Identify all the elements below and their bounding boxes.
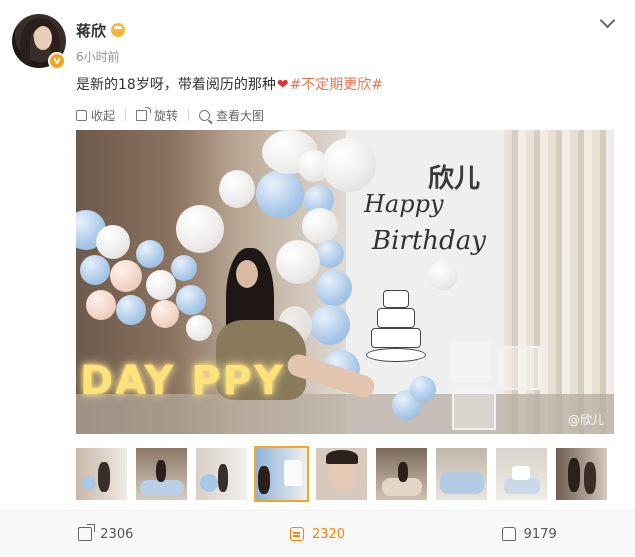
gift-box <box>448 340 492 384</box>
balloon <box>151 300 179 328</box>
cake-drawing-icon <box>366 280 426 368</box>
heart-emoji-icon: ❤ <box>276 77 289 93</box>
balloon <box>410 376 436 402</box>
balloon <box>322 138 376 192</box>
balloon <box>110 260 142 292</box>
vip-crown-icon[interactable] <box>111 23 125 37</box>
post-time[interactable]: 6小时前 <box>76 48 120 65</box>
gift-box <box>452 386 496 430</box>
thumbnail[interactable] <box>556 448 607 500</box>
gift-box <box>496 346 540 390</box>
repost-count: 2306 <box>100 526 134 542</box>
balloon <box>176 205 224 253</box>
thumbnail[interactable] <box>316 448 367 500</box>
balloon <box>428 260 458 290</box>
thumbnail-active[interactable] <box>254 446 309 502</box>
balloon <box>219 170 255 208</box>
balloon <box>80 255 110 285</box>
image-toolbar: 收起 旋转 查看大图 <box>76 106 274 124</box>
toolbar-divider <box>188 109 190 121</box>
balloon <box>146 270 176 300</box>
balloon <box>176 285 206 315</box>
comment-button[interactable]: 2320 <box>212 511 424 557</box>
comment-icon <box>289 527 304 541</box>
rotate-label: 旋转 <box>154 108 179 123</box>
chevron-down-icon[interactable] <box>599 14 615 30</box>
action-bar: 2306 2320 9179 <box>0 510 635 557</box>
thumbs-up-icon <box>501 527 516 541</box>
topic-link[interactable]: #不定期更欣# <box>290 77 383 93</box>
balloon <box>116 295 146 325</box>
post-text-body: 是新的18岁呀，带着阅历的那种 <box>76 77 276 93</box>
marquee-letters: DAY PPY <box>80 358 285 404</box>
weibo-post-card: v 蒋欣 6小时前 是新的18岁呀，带着阅历的那种❤#不定期更欣# 收起 旋转 … <box>0 0 635 557</box>
comment-count: 2320 <box>311 526 346 542</box>
verified-badge-icon: v <box>48 52 66 70</box>
collapse-label: 收起 <box>91 108 116 123</box>
collapse-button[interactable]: 收起 <box>76 107 115 124</box>
rotate-icon <box>136 106 152 121</box>
balloon <box>302 208 338 244</box>
rotate-button[interactable]: 旋转 <box>136 106 179 124</box>
toolbar-divider <box>125 109 127 121</box>
photo-person-face <box>236 260 258 288</box>
view-large-button[interactable]: 查看大图 <box>199 107 264 124</box>
view-large-label: 查看大图 <box>216 108 265 123</box>
balloon <box>316 270 352 306</box>
thumbnail[interactable] <box>76 448 127 500</box>
thumbnail[interactable] <box>496 448 547 500</box>
balloon <box>86 290 116 320</box>
repost-icon <box>78 524 96 541</box>
thumbnail[interactable] <box>136 448 187 500</box>
balloon <box>171 255 197 281</box>
balloon <box>310 305 350 345</box>
balloon <box>186 315 212 341</box>
magnifier-icon <box>199 109 211 121</box>
balloon <box>316 240 344 268</box>
balloon <box>136 240 164 268</box>
avatar-face <box>34 26 52 50</box>
thumbnail[interactable] <box>436 448 487 500</box>
thumbnail[interactable] <box>376 448 427 500</box>
repost-button[interactable]: 2306 <box>0 511 212 557</box>
photo-happy-text: Happy <box>364 190 444 218</box>
thumbnail-strip <box>76 446 616 502</box>
collapse-icon <box>76 109 87 121</box>
thumbnail[interactable] <box>196 448 247 500</box>
like-button[interactable]: 9179 <box>423 511 635 557</box>
balloon <box>96 225 130 259</box>
balloon <box>276 240 320 284</box>
username[interactable]: 蒋欣 <box>76 20 106 41</box>
photo-watermark: @欣儿 <box>567 413 604 427</box>
main-photo[interactable]: 欣儿 Happy Birthday DAY PPY @欣儿 <box>76 130 614 434</box>
like-count: 9179 <box>523 526 557 542</box>
photo-birthday-text: Birthday <box>372 226 486 256</box>
balloon <box>256 170 304 218</box>
post-text: 是新的18岁呀，带着阅历的那种❤#不定期更欣# <box>76 74 383 94</box>
